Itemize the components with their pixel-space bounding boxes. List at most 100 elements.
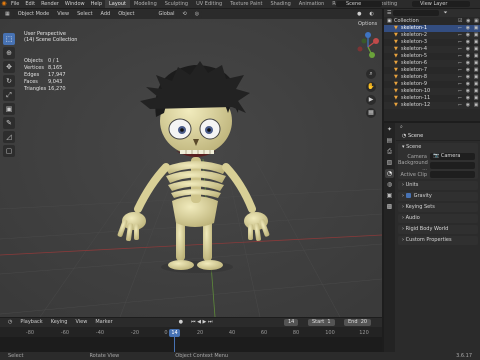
menu-help[interactable]: Help [88, 0, 105, 8]
zoom-icon[interactable]: ⌕ [366, 69, 376, 79]
workspace-tab-layout[interactable]: Layout [105, 0, 130, 8]
move-icon[interactable]: ✥ [3, 61, 15, 73]
workspace-tab-texture-paint[interactable]: Texture Paint [226, 0, 266, 8]
timeline-menu-marker[interactable]: Marker [91, 318, 116, 327]
menu-window[interactable]: Window [62, 0, 88, 8]
outliner-row-collection[interactable]: ▣ Collection ☑ ◉ ▣ [384, 18, 480, 25]
timeline-editor-icon[interactable]: ◷ [4, 318, 16, 327]
cursor-icon[interactable]: ⊕ [3, 47, 15, 59]
object-mode-dropdown[interactable]: Object Mode [14, 10, 53, 18]
visibility-toggles[interactable]: ⌐ ◉ ▣ [458, 67, 480, 74]
add-cube-icon[interactable]: ▢ [3, 145, 15, 157]
filter-icon[interactable]: ⏷ [443, 10, 447, 16]
view-layer-icon[interactable]: ▧ [385, 158, 394, 167]
outliner-row[interactable]: ▼ skeleton-1 ⌐ ◉ ▣ [384, 25, 480, 32]
workspace-tab-modeling[interactable]: Modeling [130, 0, 161, 8]
outliner-row[interactable]: ▼ skeleton-3 ⌐ ◉ ▣ [384, 39, 480, 46]
camera-field[interactable]: 📷 Camera [430, 153, 475, 160]
properties-search-icon[interactable]: ⌕ [400, 124, 403, 130]
world-properties-icon[interactable]: ◍ [385, 180, 394, 189]
options-dropdown[interactable]: Options [358, 21, 377, 27]
snap-icon[interactable]: ⟲ [179, 10, 190, 18]
timeline-menu-keying[interactable]: Keying [47, 318, 72, 327]
viewport-menu-select[interactable]: Select [74, 9, 95, 19]
keying-sets-panel[interactable]: › Keying Sets [398, 203, 478, 212]
record-button-icon[interactable]: ● [175, 318, 187, 327]
gravity-panel[interactable]: › Gravity [398, 192, 478, 201]
visibility-toggles[interactable]: ⌐ ◉ ▣ [458, 102, 480, 109]
timeline-menu-playback[interactable]: Playback [16, 318, 46, 327]
visibility-toggles[interactable]: ⌐ ◉ ▣ [458, 88, 480, 95]
outliner-row[interactable]: ▼ skeleton-9 ⌐ ◉ ▣ [384, 81, 480, 88]
outliner-row[interactable]: ▼ skeleton-6 ⌐ ◉ ▣ [384, 60, 480, 67]
menu-edit[interactable]: Edit [22, 0, 38, 8]
playback-controls[interactable]: ⏮ ◀ ▶ ⏭ [187, 318, 216, 327]
viewport-menu-add[interactable]: Add [98, 9, 114, 19]
outliner-search-input[interactable] [393, 10, 440, 16]
visibility-toggles[interactable]: ⌐ ◉ ▣ [458, 25, 480, 32]
viewport-shading-solid-icon[interactable]: ● [354, 10, 365, 18]
tool-settings-icon[interactable]: ✦ [385, 125, 394, 134]
current-frame-field[interactable]: 14 [284, 319, 299, 326]
select-box-icon[interactable]: ⬚ [3, 33, 15, 45]
workspace-tab-sculpting[interactable]: Sculpting [161, 0, 192, 8]
workspace-tab-uv-editing[interactable]: UV Editing [192, 0, 226, 8]
visibility-toggles[interactable]: ☑ ◉ ▣ [458, 18, 480, 25]
outliner-row[interactable]: ▼ skeleton-8 ⌐ ◉ ▣ [384, 74, 480, 81]
scene-selector[interactable]: Scene [336, 1, 382, 7]
collection-properties-icon[interactable]: ▣ [385, 191, 394, 200]
outliner-row[interactable]: ▼ skeleton-5 ⌐ ◉ ▣ [384, 53, 480, 60]
playhead-indicator[interactable]: 14 [169, 329, 180, 337]
outliner-row[interactable]: ▼ skeleton-10 ⌐ ◉ ▣ [384, 88, 480, 95]
viewport-shading-material-icon[interactable]: ◐ [366, 10, 377, 18]
texture-properties-icon[interactable]: ▩ [385, 202, 394, 211]
blender-logo-icon[interactable]: ◉ [0, 0, 8, 8]
start-frame-field[interactable]: Start 1 [308, 319, 335, 326]
perspective-toggle-icon[interactable]: ▦ [366, 108, 376, 118]
scene-properties-icon[interactable]: ◔ [385, 169, 394, 178]
timeline-menu-view[interactable]: View [71, 318, 91, 327]
menu-file[interactable]: File [8, 0, 22, 8]
outliner-row[interactable]: ▼ skeleton-7 ⌐ ◉ ▣ [384, 67, 480, 74]
rigid-body-world-panel[interactable]: › Rigid Body World [398, 225, 478, 234]
scale-icon[interactable]: ⤢ [3, 89, 15, 101]
active-clip-field[interactable] [430, 171, 475, 178]
outliner-row[interactable]: ▼ skeleton-2 ⌐ ◉ ▣ [384, 32, 480, 39]
transform-icon[interactable]: ▣ [3, 103, 15, 115]
outliner-row[interactable]: ▼ skeleton-11 ⌐ ◉ ▣ [384, 95, 480, 102]
viewport-menu-object[interactable]: Object [115, 9, 137, 19]
workspace-tab-animation[interactable]: Animation [295, 0, 329, 8]
background-scene-field[interactable] [430, 162, 475, 169]
camera-view-icon[interactable]: ▶ [366, 95, 376, 105]
outliner[interactable]: ☰ ⏷ ▣ Collection ☑ ◉ ▣ ▼ skeleton-1 ⌐ ◉ … [384, 9, 480, 121]
outliner-row[interactable]: ▼ skeleton-12 ⌐ ◉ ▣ [384, 102, 480, 109]
view-layer-selector[interactable]: View Layer [412, 1, 470, 7]
gravity-checkbox[interactable] [405, 193, 411, 198]
workspace-tab-shading[interactable]: Shading [266, 0, 294, 8]
visibility-toggles[interactable]: ⌐ ◉ ▣ [458, 60, 480, 67]
render-properties-icon[interactable]: ▤ [385, 136, 394, 145]
units-panel[interactable]: › Units [398, 181, 478, 190]
custom-properties-panel[interactable]: › Custom Properties [398, 236, 478, 245]
visibility-toggles[interactable]: ⌐ ◉ ▣ [458, 46, 480, 53]
properties-editor[interactable]: ✦ ▤ ⎙ ▧ ◔ ◍ ▣ ▩ ⌕ ◔ Scene ▾ Scene Camera… [384, 123, 480, 352]
visibility-toggles[interactable]: ⌐ ◉ ▣ [458, 81, 480, 88]
editor-type-icon[interactable]: ▦ [2, 10, 13, 18]
transform-orientation-dropdown[interactable]: Global [155, 10, 178, 18]
output-properties-icon[interactable]: ⎙ [385, 147, 394, 156]
visibility-toggles[interactable]: ⌐ ◉ ▣ [458, 53, 480, 60]
pan-hand-icon[interactable]: ✋ [366, 82, 376, 92]
annotate-icon[interactable]: ✎ [3, 117, 15, 129]
audio-panel[interactable]: › Audio [398, 214, 478, 223]
end-frame-field[interactable]: End 20 [344, 319, 372, 326]
outliner-editor-icon[interactable]: ☰ [387, 10, 391, 16]
panel-header[interactable]: ▾ Scene [398, 143, 478, 152]
visibility-toggles[interactable]: ⌐ ◉ ▣ [458, 39, 480, 46]
viewport-menu-view[interactable]: View [54, 9, 72, 19]
outliner-row[interactable]: ▼ skeleton-4 ⌐ ◉ ▣ [384, 46, 480, 53]
menu-render[interactable]: Render [38, 0, 62, 8]
proportional-edit-icon[interactable]: ◎ [191, 10, 203, 18]
measure-icon[interactable]: ◿ [3, 131, 15, 143]
visibility-toggles[interactable]: ⌐ ◉ ▣ [458, 95, 480, 102]
3d-viewport[interactable]: ▦ Object Mode View Select Add Object Glo… [0, 9, 382, 317]
